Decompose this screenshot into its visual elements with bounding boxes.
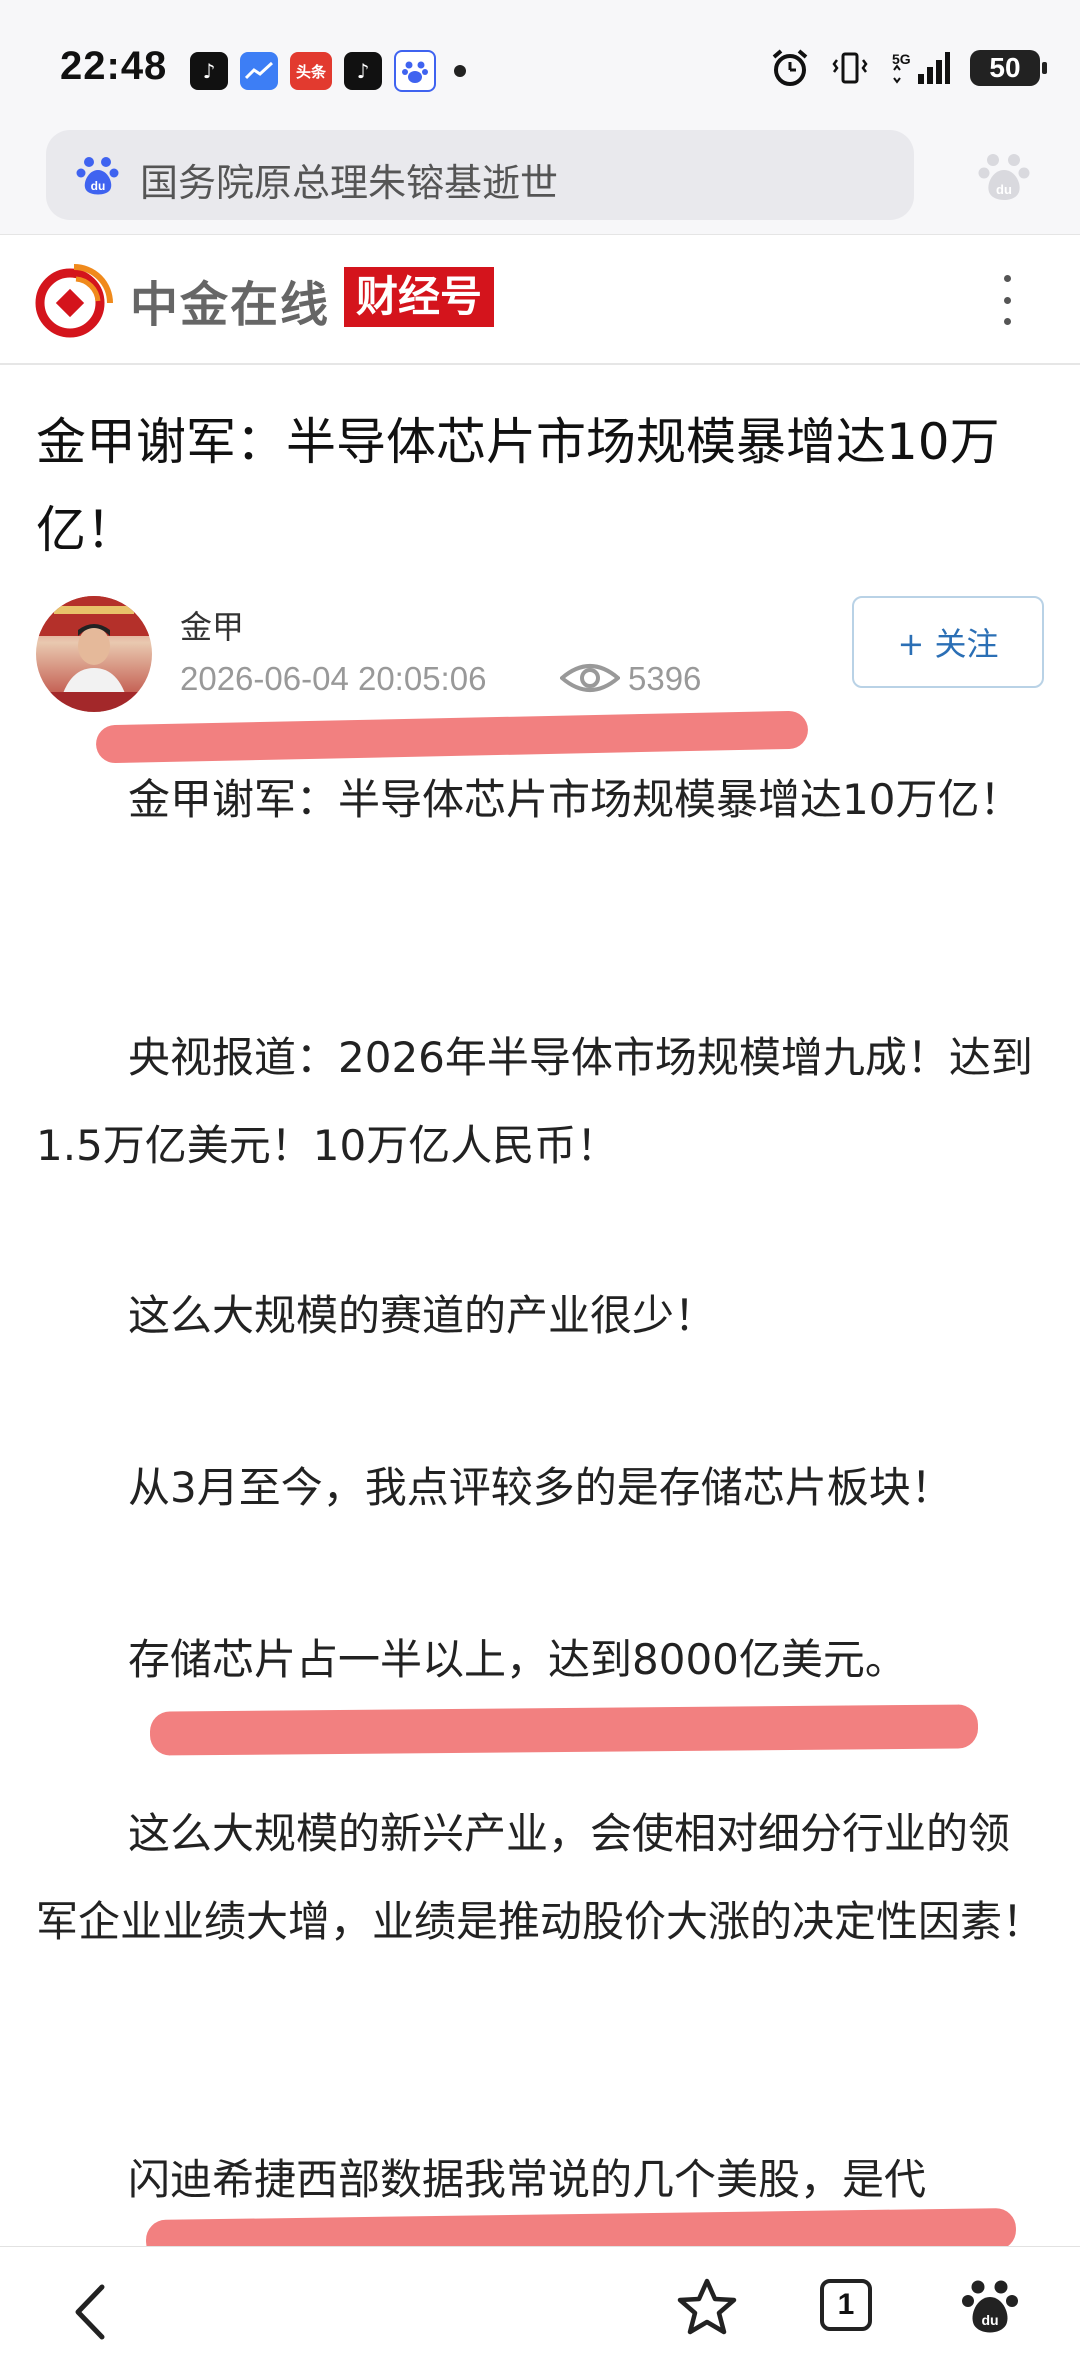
baidu-icon (394, 50, 436, 92)
article-paragraph: 存储芯片占一半以上，达到8000亿美元。 (128, 1635, 907, 1684)
tiktok-icon: ♪ (344, 52, 382, 90)
article-title: 金甲谢军：半导体芯片市场规模暴增达10万亿！ (36, 413, 1000, 559)
back-arrow-icon[interactable] (70, 2283, 110, 2341)
author-name[interactable]: 金甲 (180, 602, 244, 648)
svg-text:5G: 5G (892, 51, 911, 67)
toutiao-icon: 头条 (290, 52, 332, 90)
article-paragraph: 这么大规模的赛道的产业很少！ (128, 1291, 717, 1340)
source-tag: 财经号 (344, 267, 495, 327)
notification-icons: ♪ 头条 ♪ (190, 50, 466, 92)
svg-text:du: du (91, 179, 106, 193)
more-notifications-dot (454, 65, 466, 77)
avatar[interactable] (36, 596, 152, 712)
star-icon[interactable] (676, 2277, 738, 2337)
vibrate-icon (832, 52, 868, 84)
svg-text:du: du (981, 2312, 998, 2328)
battery-indicator: 50 (970, 50, 1047, 86)
more-options-button[interactable] (992, 275, 1022, 325)
tabs-count-button[interactable]: 1 (820, 2279, 872, 2331)
stock-chart-icon (240, 52, 278, 90)
author-row: 金甲 2026-06-04 20:05:06 5396 + 关注 (0, 596, 1080, 716)
baidu-paw-icon[interactable]: du (978, 148, 1030, 204)
bottom-toolbar: 1 du (0, 2246, 1080, 2373)
article-paragraph: 这么大规模的新兴产业，会使相对细分行业的领军企业业绩大增，业绩是推动股价大涨的决… (36, 1809, 1045, 1946)
tiktok-icon: ♪ (190, 52, 228, 90)
article-paragraph: 从3月至今，我点评较多的是存储芯片板块！ (128, 1463, 953, 1512)
source-header: 中金在线 财经号 (0, 234, 1080, 365)
baidu-paw-icon[interactable]: du (962, 2275, 1018, 2335)
status-time: 22:48 (60, 44, 168, 88)
baidu-paw-icon: du (76, 157, 119, 195)
eye-icon (560, 664, 620, 692)
highlight-stroke (149, 1704, 979, 1756)
more-dot-icon (1003, 296, 1011, 304)
post-datetime: 2026-06-04 20:05:06 (180, 660, 487, 697)
status-bar: 22:48 ♪ 头条 ♪ 5G 50 (0, 0, 1080, 130)
alarm-icon (772, 49, 808, 86)
system-icons: 5G 50 (770, 48, 1047, 88)
signal-5g-icon: 5G (892, 51, 950, 84)
follow-button[interactable]: + 关注 (852, 596, 1044, 688)
more-dot-icon (1003, 275, 1011, 282)
search-row: du 国务院原总理朱镕基逝世 du (0, 130, 1080, 234)
svg-text:du: du (996, 182, 1012, 197)
article-paragraph: 金甲谢军：半导体芯片市场规模暴增达10万亿！ (128, 775, 1022, 824)
view-count: 5396 (628, 660, 702, 697)
cnfol-logo-icon[interactable] (34, 259, 114, 339)
more-dot-icon (1003, 318, 1011, 325)
search-input[interactable]: du 国务院原总理朱镕基逝世 (46, 130, 914, 220)
source-name[interactable]: 中金在线 (130, 265, 330, 335)
article-paragraph: 央视报道：2026年半导体市场规模增九成！达到1.5万亿美元！10万亿人民币！ (36, 1033, 1033, 1170)
search-query: 国务院原总理朱镕基逝世 (140, 161, 559, 205)
